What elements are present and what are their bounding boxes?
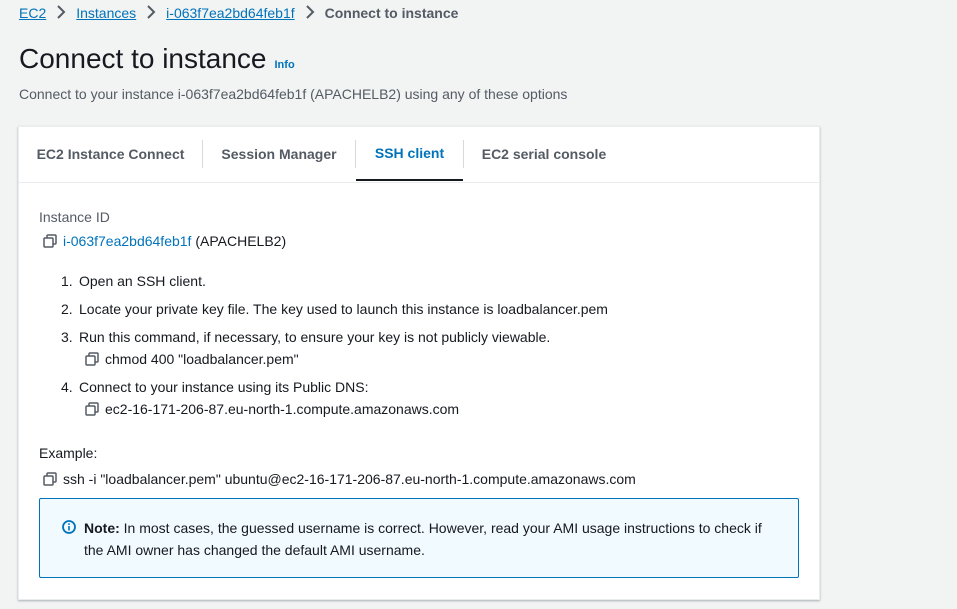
breadcrumb-ec2[interactable]: EC2 <box>19 5 46 21</box>
example-command: ssh -i "loadbalancer.pem" ubuntu@ec2-16-… <box>63 471 636 487</box>
copy-icon[interactable] <box>85 352 99 366</box>
breadcrumb-current: Connect to instance <box>324 5 459 21</box>
tab-session-manager[interactable]: Session Manager <box>203 127 355 181</box>
connect-panel: EC2 Instance Connect Session Manager SSH… <box>18 126 820 600</box>
copy-icon[interactable] <box>43 234 57 248</box>
chmod-command: chmod 400 "loadbalancer.pem" <box>105 351 299 367</box>
chevron-right-icon <box>301 4 319 22</box>
public-dns-row: ec2-16-171-206-87.eu-north-1.compute.ama… <box>85 401 459 417</box>
page-subtitle: Connect to your instance i-063f7ea2bd64f… <box>19 86 568 102</box>
chmod-command-row: chmod 400 "loadbalancer.pem" <box>85 351 299 367</box>
step-number: 1. <box>61 273 73 289</box>
step-number: 2. <box>61 301 73 317</box>
step-text: Run this command, if necessary, to ensur… <box>79 329 551 345</box>
public-dns: ec2-16-171-206-87.eu-north-1.compute.ama… <box>105 401 460 417</box>
step-number: 3. <box>61 329 73 345</box>
note-body: In most cases, the guessed username is c… <box>84 520 762 558</box>
page-header: Connect to instance Info <box>19 43 295 75</box>
info-alert: Note: In most cases, the guessed usernam… <box>39 498 799 578</box>
note-text: Note: In most cases, the guessed usernam… <box>84 517 784 561</box>
step-text: Open an SSH client. <box>79 273 206 289</box>
step-1: 1. Open an SSH client. <box>61 273 206 289</box>
instance-id-row: i-063f7ea2bd64feb1f (APACHELB2) <box>43 233 286 249</box>
chevron-right-icon <box>142 4 160 22</box>
breadcrumb: EC2 Instances i-063f7ea2bd64feb1f Connec… <box>19 3 458 23</box>
chevron-right-icon <box>52 4 70 22</box>
instance-id-link[interactable]: i-063f7ea2bd64feb1f <box>63 233 191 249</box>
step-number: 4. <box>61 379 73 395</box>
tab-ssh-client[interactable]: SSH client <box>356 127 463 181</box>
breadcrumb-instance-id[interactable]: i-063f7ea2bd64feb1f <box>166 5 294 21</box>
step-4: 4. Connect to your instance using its Pub… <box>61 379 368 395</box>
step-text: Connect to your instance using its Publi… <box>79 379 369 395</box>
note-prefix: Note: <box>84 520 120 536</box>
step-text: Locate your private key file. The key us… <box>79 301 608 317</box>
info-link[interactable]: Info <box>275 59 295 71</box>
instance-name: (APACHELB2) <box>195 233 287 249</box>
copy-icon[interactable] <box>85 402 99 416</box>
step-3: 3. Run this command, if necessary, to ens… <box>61 329 550 345</box>
tab-bar: EC2 Instance Connect Session Manager SSH… <box>19 127 819 183</box>
page-title: Connect to instance <box>19 43 267 74</box>
step-2: 2. Locate your private key file. The key … <box>61 301 608 317</box>
info-circle-icon <box>62 520 76 534</box>
instance-id-label: Instance ID <box>39 209 110 225</box>
tab-ec2-instance-connect[interactable]: EC2 Instance Connect <box>19 127 202 181</box>
breadcrumb-instances[interactable]: Instances <box>76 5 136 21</box>
example-command-row: ssh -i "loadbalancer.pem" ubuntu@ec2-16-… <box>43 471 636 487</box>
example-label: Example: <box>39 445 98 461</box>
copy-icon[interactable] <box>43 472 57 486</box>
tab-ec2-serial-console[interactable]: EC2 serial console <box>464 127 624 181</box>
